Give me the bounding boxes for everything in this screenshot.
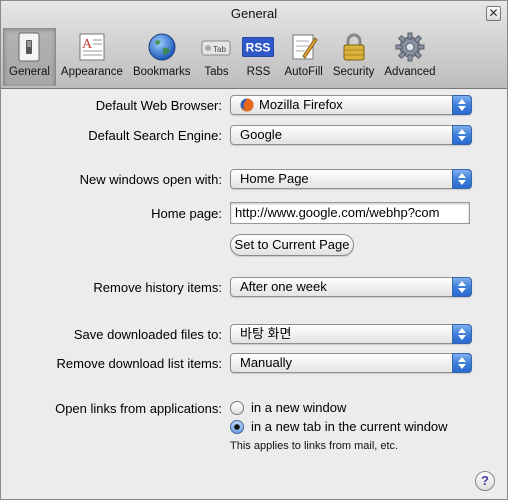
- search-engine-label: Default Search Engine:: [88, 128, 222, 143]
- tab-security-label: Security: [332, 66, 375, 78]
- new-windows-popup[interactable]: Home Page: [230, 169, 472, 189]
- updown-arrows-icon: [452, 169, 472, 189]
- download-list-popup[interactable]: Manually: [230, 353, 472, 373]
- tab-icon: Tab: [200, 31, 232, 63]
- updown-arrows-icon: [452, 125, 472, 145]
- preferences-window: General ✕ General A Appearance Bookmarks…: [0, 0, 508, 500]
- firefox-icon: [240, 98, 254, 112]
- gear-icon: [394, 31, 426, 63]
- updown-arrows-icon: [452, 324, 472, 344]
- tab-tabs-label: Tabs: [204, 66, 229, 78]
- updown-arrows-icon: [452, 95, 472, 115]
- window-title: General: [230, 6, 278, 21]
- tab-autofill[interactable]: AutoFill: [279, 28, 327, 86]
- updown-arrows-icon: [452, 353, 472, 373]
- tab-autofill-label: AutoFill: [284, 66, 323, 78]
- download-location-popup[interactable]: 바탕 화면: [230, 324, 472, 344]
- new-windows-label: New windows open with:: [79, 172, 222, 187]
- tab-security[interactable]: Security: [328, 28, 380, 86]
- tab-advanced[interactable]: Advanced: [379, 28, 440, 86]
- history-label: Remove history items:: [93, 280, 222, 295]
- tab-bookmarks-label: Bookmarks: [132, 66, 191, 78]
- set-to-current-page-button[interactable]: Set to Current Page: [230, 234, 354, 256]
- open-links-new-window-option[interactable]: in a new window: [230, 400, 346, 415]
- tab-appearance[interactable]: A Appearance: [56, 28, 128, 86]
- svg-text:A: A: [82, 37, 93, 52]
- updown-arrows-icon: [452, 277, 472, 297]
- new-windows-value: Home Page: [240, 171, 309, 186]
- open-links-new-tab-option[interactable]: in a new tab in the current window: [230, 419, 448, 434]
- tab-advanced-label: Advanced: [384, 66, 436, 78]
- close-button[interactable]: ✕: [486, 6, 501, 21]
- open-links-label: Open links from applications:: [55, 401, 222, 416]
- tab-rss-label: RSS: [246, 66, 271, 78]
- search-engine-popup[interactable]: Google: [230, 125, 472, 145]
- font-page-icon: A: [76, 31, 108, 63]
- browser-label: Default Web Browser:: [95, 98, 222, 113]
- tab-general[interactable]: General: [3, 28, 56, 86]
- remove-history-value: After one week: [240, 279, 327, 294]
- radio-new-tab[interactable]: [230, 419, 244, 434]
- globe-icon: [146, 31, 178, 63]
- download-location-value: 바탕 화면: [240, 326, 292, 341]
- switch-icon: [13, 31, 45, 63]
- default-browser-popup[interactable]: Mozilla Firefox: [230, 95, 472, 115]
- padlock-icon: [338, 31, 370, 63]
- remove-history-popup[interactable]: After one week: [230, 277, 472, 297]
- window-titlebar: General ✕ General A Appearance Bookmarks…: [1, 1, 507, 89]
- download-list-label: Remove download list items:: [56, 356, 222, 371]
- rss-icon: RSS: [242, 31, 275, 63]
- download-list-value: Manually: [240, 355, 293, 370]
- tab-general-label: General: [9, 66, 50, 78]
- tab-bookmarks[interactable]: Bookmarks: [128, 28, 196, 86]
- home-page-label: Home page:: [151, 206, 222, 221]
- tab-tabs[interactable]: Tab Tabs: [195, 28, 237, 86]
- tab-appearance-label: Appearance: [60, 66, 123, 78]
- home-page-field[interactable]: http://www.google.com/webhp?com: [230, 202, 470, 224]
- radio-new-tab-label: in a new tab in the current window: [251, 419, 448, 434]
- general-pane: Default Web Browser: Mozilla Firefox Def…: [1, 90, 507, 499]
- radio-new-window-label: in a new window: [251, 400, 347, 415]
- open-links-note: This applies to links from mail, etc.: [230, 440, 399, 452]
- preferences-toolbar: General A Appearance Bookmarks Tab Tabs …: [3, 28, 441, 88]
- default-browser-value: Mozilla Firefox: [259, 97, 343, 112]
- svg-text:RSS: RSS: [246, 41, 271, 55]
- help-button[interactable]: ?: [475, 471, 495, 491]
- tab-rss[interactable]: RSS RSS: [237, 28, 279, 86]
- radio-new-window[interactable]: [230, 400, 244, 415]
- search-engine-value: Google: [240, 127, 282, 142]
- autofill-pen-icon: [288, 31, 320, 63]
- svg-text:Tab: Tab: [213, 45, 226, 54]
- downloads-label: Save downloaded files to:: [73, 327, 222, 342]
